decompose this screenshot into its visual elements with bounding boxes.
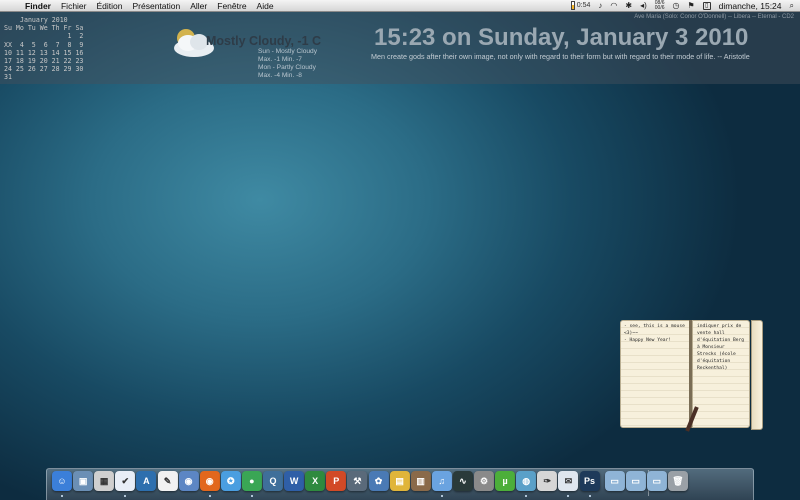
calendar-widget: January 2010 Su Mo Tu We Th Fr Sa 1 2 XX… bbox=[4, 16, 83, 82]
itunes-icon[interactable]: ♫ bbox=[431, 471, 452, 491]
trash-icon[interactable]: 🗑 bbox=[667, 471, 688, 491]
sound-icon[interactable]: ◂) bbox=[640, 0, 647, 12]
notebook-left-text[interactable]: - see, this is a mouse <3)~~ - Happy New… bbox=[624, 323, 688, 344]
stack-bottom: 00/6 bbox=[654, 4, 665, 11]
weather-current: Mostly Cloudy, -1 C bbox=[206, 34, 322, 48]
calendar-row: 17 18 19 20 21 22 23 bbox=[4, 57, 84, 66]
calendar-row: XX 4 5 6 7 8 9 bbox=[4, 40, 84, 49]
activity-monitor-icon[interactable]: ∿ bbox=[452, 471, 473, 491]
user-icon[interactable]: ▯ bbox=[702, 1, 711, 10]
notebook-widget[interactable]: - see, this is a mouse <3)~~ - Happy New… bbox=[620, 320, 765, 432]
firefox-icon[interactable]: ◉ bbox=[199, 471, 220, 491]
forecast-line: Mon - Partly Cloudy bbox=[258, 64, 316, 71]
note-line: Reckenthal) bbox=[697, 366, 728, 371]
menu-go[interactable]: Aller bbox=[185, 0, 212, 12]
system-preferences-icon[interactable]: ⚙ bbox=[474, 471, 494, 491]
battery-indicator[interactable]: 0:54 bbox=[570, 1, 591, 10]
running-indicator bbox=[588, 495, 591, 497]
activity-stack[interactable]: 08/6 00/6 bbox=[654, 0, 665, 11]
running-indicator bbox=[440, 495, 443, 497]
note-line: <3)~~ bbox=[624, 331, 638, 336]
calculator-icon[interactable]: ▦ bbox=[94, 471, 115, 491]
textedit-icon[interactable]: ✎ bbox=[157, 471, 178, 491]
photoshop-icon[interactable]: Ps bbox=[579, 471, 600, 491]
bluetooth-icon[interactable]: ✱ bbox=[625, 0, 632, 12]
note-line: d'équitation bbox=[697, 359, 731, 364]
stickies-icon[interactable]: ▤ bbox=[389, 471, 410, 491]
running-indicator bbox=[61, 495, 63, 497]
applications-folder-icon[interactable]: ▭ bbox=[604, 471, 625, 491]
notebook-right-text[interactable]: indiquer prix de vente hall d'équitation… bbox=[697, 323, 749, 372]
finder-icon[interactable]: ☺ bbox=[52, 471, 72, 491]
ical-icon[interactable]: ✔ bbox=[115, 471, 136, 491]
desktop-datetime: 15:23 on Sunday, January 3 2010 bbox=[374, 24, 749, 51]
calendar-title: January 2010 bbox=[20, 16, 68, 24]
mail-icon[interactable]: ✉ bbox=[558, 471, 579, 491]
menu-view[interactable]: Présentation bbox=[128, 0, 186, 12]
script-editor-icon[interactable]: ✑ bbox=[537, 471, 558, 491]
forecast-line: Max. -4 Min. -8 bbox=[258, 72, 302, 79]
running-indicator bbox=[208, 495, 211, 497]
adium-icon[interactable]: ◍ bbox=[516, 471, 537, 491]
utorrent-icon[interactable]: µ bbox=[495, 471, 516, 491]
forecast-line: Max. -1 Min. -7 bbox=[258, 56, 302, 63]
preview-icon[interactable]: ▣ bbox=[73, 471, 94, 491]
running-indicator bbox=[250, 495, 253, 497]
desktop-quote: Men create gods after their own image, n… bbox=[371, 52, 750, 61]
note-line: à Monsieur bbox=[697, 345, 725, 350]
battery-icon bbox=[570, 1, 575, 10]
note-line: Strecks (école bbox=[697, 352, 736, 357]
dictionary-icon[interactable]: A bbox=[136, 471, 157, 491]
battery-time: 0:54 bbox=[576, 2, 591, 9]
photo-booth-icon[interactable]: ◉ bbox=[178, 471, 199, 491]
safari-icon[interactable]: ✪ bbox=[220, 471, 241, 491]
menu-bar: Finder Fichier Édition Présentation Alle… bbox=[0, 0, 800, 12]
weather-forecast: Sun - Mostly Cloudy Max. -1 Min. -7 Mon … bbox=[258, 48, 317, 80]
note-line: - Happy New Year! bbox=[624, 338, 672, 343]
documents-folder-icon[interactable]: ▭ bbox=[625, 471, 646, 491]
menu-help[interactable]: Aide bbox=[252, 0, 279, 12]
status-area: 0:54 ♪ ◠ ✱ ◂) 08/6 00/6 ◷ ⚑ ▯ dimanche, … bbox=[570, 0, 800, 12]
iphoto-icon[interactable]: ✿ bbox=[368, 471, 389, 491]
menu-edit[interactable]: Édition bbox=[92, 0, 128, 12]
xcode-icon[interactable]: ⚒ bbox=[347, 471, 368, 491]
quicktime-icon[interactable]: Q bbox=[263, 471, 283, 491]
excel-icon[interactable]: X bbox=[305, 471, 326, 491]
menu-window[interactable]: Fenêtre bbox=[212, 0, 251, 12]
spotlight-icon[interactable]: ⌕ bbox=[790, 0, 794, 12]
calendar-row: Su Mo Tu We Th Fr Sa bbox=[4, 24, 84, 33]
word-icon[interactable]: W bbox=[284, 471, 305, 491]
downloads-folder-icon[interactable]: ▭ bbox=[646, 471, 667, 491]
photo-icon[interactable]: ▥ bbox=[410, 471, 431, 491]
note-line: vente hall bbox=[697, 331, 725, 336]
notebook-cover-edge bbox=[751, 320, 763, 430]
powerpoint-icon[interactable]: P bbox=[326, 471, 347, 491]
menu-finder[interactable]: Finder bbox=[20, 0, 56, 12]
volume-icon[interactable]: ♪ bbox=[598, 0, 602, 12]
wifi-icon[interactable]: ◠ bbox=[610, 0, 617, 12]
calendar-row: 24 25 26 27 28 29 30 bbox=[4, 65, 84, 74]
note-line: indiquer prix de bbox=[697, 324, 742, 329]
note-line: d'équitation Berg bbox=[697, 338, 745, 343]
chrome-icon[interactable]: ● bbox=[241, 471, 262, 491]
time-machine-icon[interactable]: ◷ bbox=[673, 0, 680, 12]
forecast-line: Sun - Mostly Cloudy bbox=[258, 48, 317, 55]
menu-clock[interactable]: dimanche, 15:24 bbox=[719, 1, 782, 11]
calendar-row: 1 2 bbox=[4, 32, 84, 41]
calendar-row: 31 bbox=[4, 73, 12, 82]
menu-file[interactable]: Fichier bbox=[56, 0, 92, 12]
now-playing-text: Ave Maria (Solo: Conor O'Donnell) -- Lib… bbox=[634, 14, 794, 20]
flag-icon[interactable]: ⚑ bbox=[687, 0, 694, 12]
calendar-row: 10 11 12 13 14 15 16 bbox=[4, 48, 84, 57]
note-line: - see, this is a mouse bbox=[624, 324, 685, 329]
